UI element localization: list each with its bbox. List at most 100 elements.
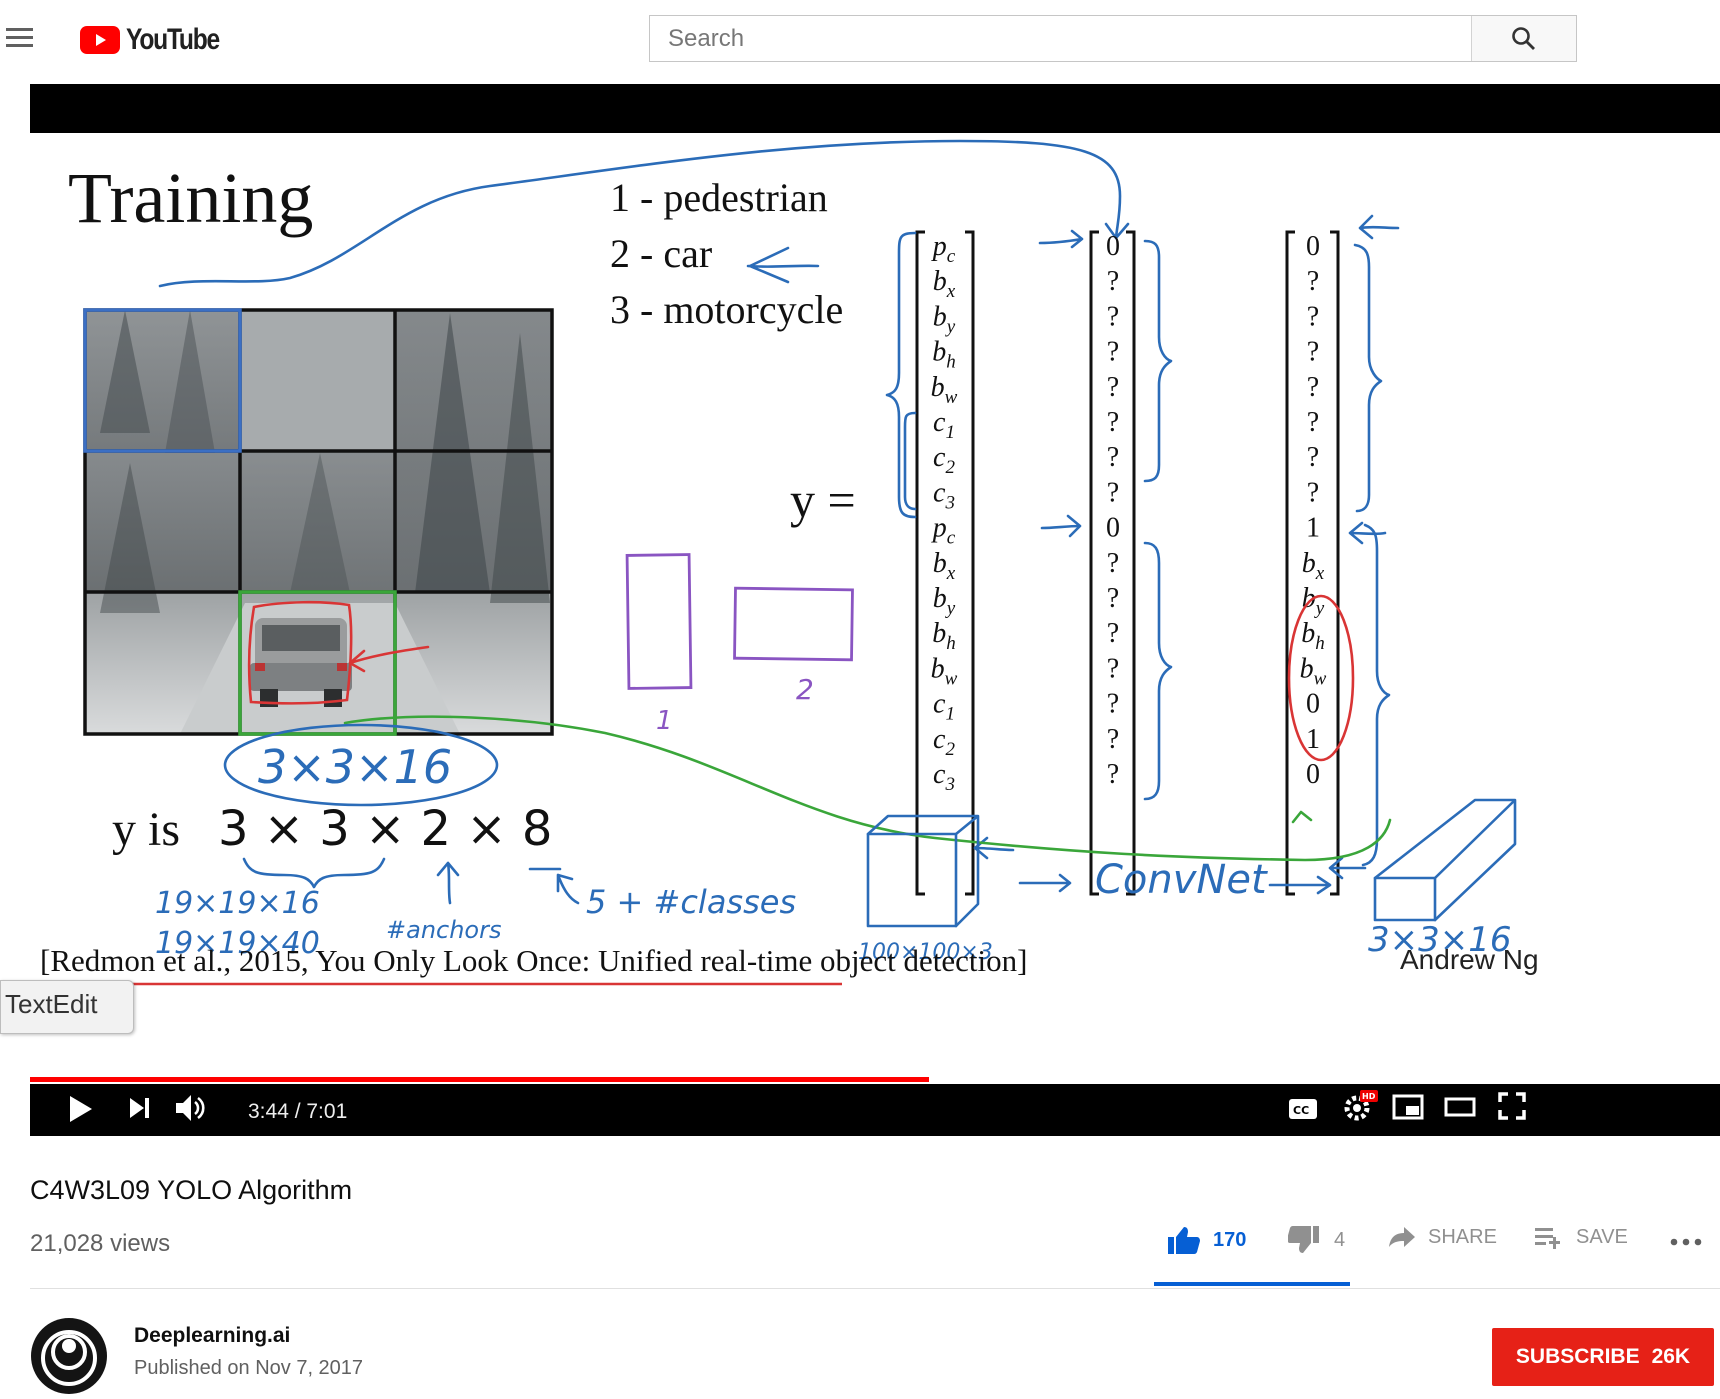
vector-label-items: pcbxbybhbwc1c2c3pcbxbybhbwc1c2c3 <box>931 231 958 795</box>
thumbs-down-icon <box>1288 1226 1319 1253</box>
search-icon <box>1512 26 1535 50</box>
vector_labels-item: bh <box>932 337 956 373</box>
next-icon[interactable] <box>128 1096 152 1125</box>
anchors-arrow <box>436 861 460 905</box>
vector-mid-items: 0??????? 0??????? <box>1106 231 1120 790</box>
blue-arrow-right-top <box>1358 214 1400 240</box>
vector_right-item: 0 <box>1306 759 1320 790</box>
miniplayer-icon[interactable] <box>1392 1094 1424 1125</box>
more-actions-button[interactable] <box>1670 1238 1702 1246</box>
blue-arrow-right-bottom <box>1328 856 1367 880</box>
vector_labels-item: bw <box>931 653 958 689</box>
subscribe-button[interactable]: SUBSCRIBE 26K <box>1492 1328 1714 1386</box>
anchor-box-1 <box>625 553 693 690</box>
play-icon[interactable] <box>68 1094 94 1129</box>
y-is-dims: 3 × 3 × 2 × 8 <box>218 801 552 857</box>
lecture-slide: Training 1 - pedestrian 2 - car 3 - moto… <box>40 139 1539 986</box>
vector_mid-item: ? <box>1107 407 1119 438</box>
vector_mid-item: ? <box>1107 583 1119 614</box>
channel-name[interactable]: Deeplearning.ai <box>134 1324 290 1348</box>
vector_right-item: ? <box>1307 442 1319 473</box>
vector_right-item: 0 <box>1306 689 1320 720</box>
classes-label: 5 + #classes <box>586 883 796 921</box>
settings-icon[interactable]: HD <box>1342 1088 1378 1129</box>
publish-date: Published on Nov 7, 2017 <box>134 1357 364 1379</box>
vector_mid-item: ? <box>1107 724 1119 755</box>
deeplearning-logo-icon <box>33 1320 105 1392</box>
output-volume-drawing <box>1373 798 1517 922</box>
vector_labels-item: c2 <box>933 724 955 760</box>
textedit-tooltip: TextEdit <box>0 980 134 1034</box>
class-2: 2 - car <box>610 231 712 276</box>
channel-avatar[interactable] <box>31 1318 107 1394</box>
blue-brace-right-top <box>1353 243 1383 513</box>
vector_labels-item: pc <box>931 513 956 549</box>
input-volume-drawing <box>866 814 980 928</box>
convnet-label: ConvNet <box>1095 857 1268 903</box>
vector_labels-item: bw <box>931 372 958 408</box>
class-1: 1 - pedestrian <box>610 175 828 220</box>
progress-played <box>30 1077 930 1082</box>
snow-road-image <box>85 310 552 734</box>
logo-text: YouTube <box>126 23 220 56</box>
vector_mid-item: ? <box>1107 301 1119 332</box>
volume-icon[interactable] <box>174 1092 208 1129</box>
video-player[interactable]: Training 1 - pedestrian 2 - car 3 - moto… <box>30 84 1720 1136</box>
search-input[interactable] <box>650 16 1471 61</box>
vector_mid-item: ? <box>1107 653 1119 684</box>
vector_right-item: 1 <box>1306 513 1320 544</box>
y-is-label: y is <box>112 803 180 856</box>
youtube-logo[interactable]: YouTube <box>80 23 239 56</box>
dislike-count: 4 <box>1334 1228 1346 1251</box>
vector_right-item: bh <box>1301 618 1325 654</box>
share-button[interactable]: SHARE <box>1388 1225 1497 1249</box>
vector_right-item: 0 <box>1306 231 1320 262</box>
vector_right-item: bw <box>1300 653 1327 689</box>
circled-dims: 3×3×16 <box>258 740 452 794</box>
search-button[interactable] <box>1471 16 1576 61</box>
captions-icon[interactable]: CC <box>1288 1098 1318 1125</box>
vector_labels-item: c2 <box>933 442 955 478</box>
view-count: 21,028 views <box>30 1230 171 1257</box>
vector_mid-item: 0 <box>1106 513 1120 544</box>
search-box <box>649 15 1577 62</box>
vector_mid-item: ? <box>1107 759 1119 790</box>
menu-icon[interactable] <box>6 28 33 48</box>
save-button[interactable]: SAVE <box>1534 1225 1628 1249</box>
video-title: C4W3L09 YOLO Algorithm <box>30 1175 353 1205</box>
subscribe-label: SUBSCRIBE <box>1515 1345 1640 1368</box>
anchor-2-label: 2 <box>796 673 814 706</box>
progress-bar[interactable] <box>30 1077 1720 1082</box>
classes-arrow <box>528 867 580 905</box>
vector_labels-item: bx <box>933 266 956 302</box>
like-button[interactable]: 170 <box>1167 1225 1246 1255</box>
vector_right-item: ? <box>1307 301 1319 332</box>
vector_mid-item: 0 <box>1106 231 1120 262</box>
anchor-box-2 <box>733 586 854 662</box>
like-ratio-bar <box>1154 1282 1350 1286</box>
vector_labels-item: c3 <box>933 759 955 795</box>
blue-arrow-mid-top <box>1038 229 1084 249</box>
vector_mid-item: ? <box>1107 618 1119 649</box>
dislike-button[interactable]: 4 <box>1288 1225 1345 1255</box>
vector_right-item: ? <box>1307 407 1319 438</box>
vector_mid-item: ? <box>1107 477 1119 508</box>
theater-icon[interactable] <box>1444 1096 1476 1123</box>
share-icon <box>1389 1227 1415 1247</box>
vector_mid-item: ? <box>1107 442 1119 473</box>
like-count: 170 <box>1213 1228 1247 1251</box>
arrow-to-convnet <box>1018 873 1072 893</box>
blue-brace-mid-bottom <box>1143 541 1173 801</box>
subscriber-count: 26K <box>1651 1345 1691 1368</box>
slide-title: Training <box>68 158 313 238</box>
fullscreen-icon[interactable] <box>1498 1092 1526 1125</box>
vector_labels-item: by <box>933 301 956 337</box>
blue-bracket-group <box>885 231 917 519</box>
svg-text:CC: CC <box>1293 1104 1309 1117</box>
vector_labels-item: by <box>933 583 956 619</box>
vector_labels-item: c1 <box>933 689 955 725</box>
anchors-label: #anchors <box>386 916 502 944</box>
grid-19-a: 19×19×16 <box>155 886 320 921</box>
vector_right-item: ? <box>1307 337 1319 368</box>
vector_labels-item: c3 <box>933 477 955 513</box>
